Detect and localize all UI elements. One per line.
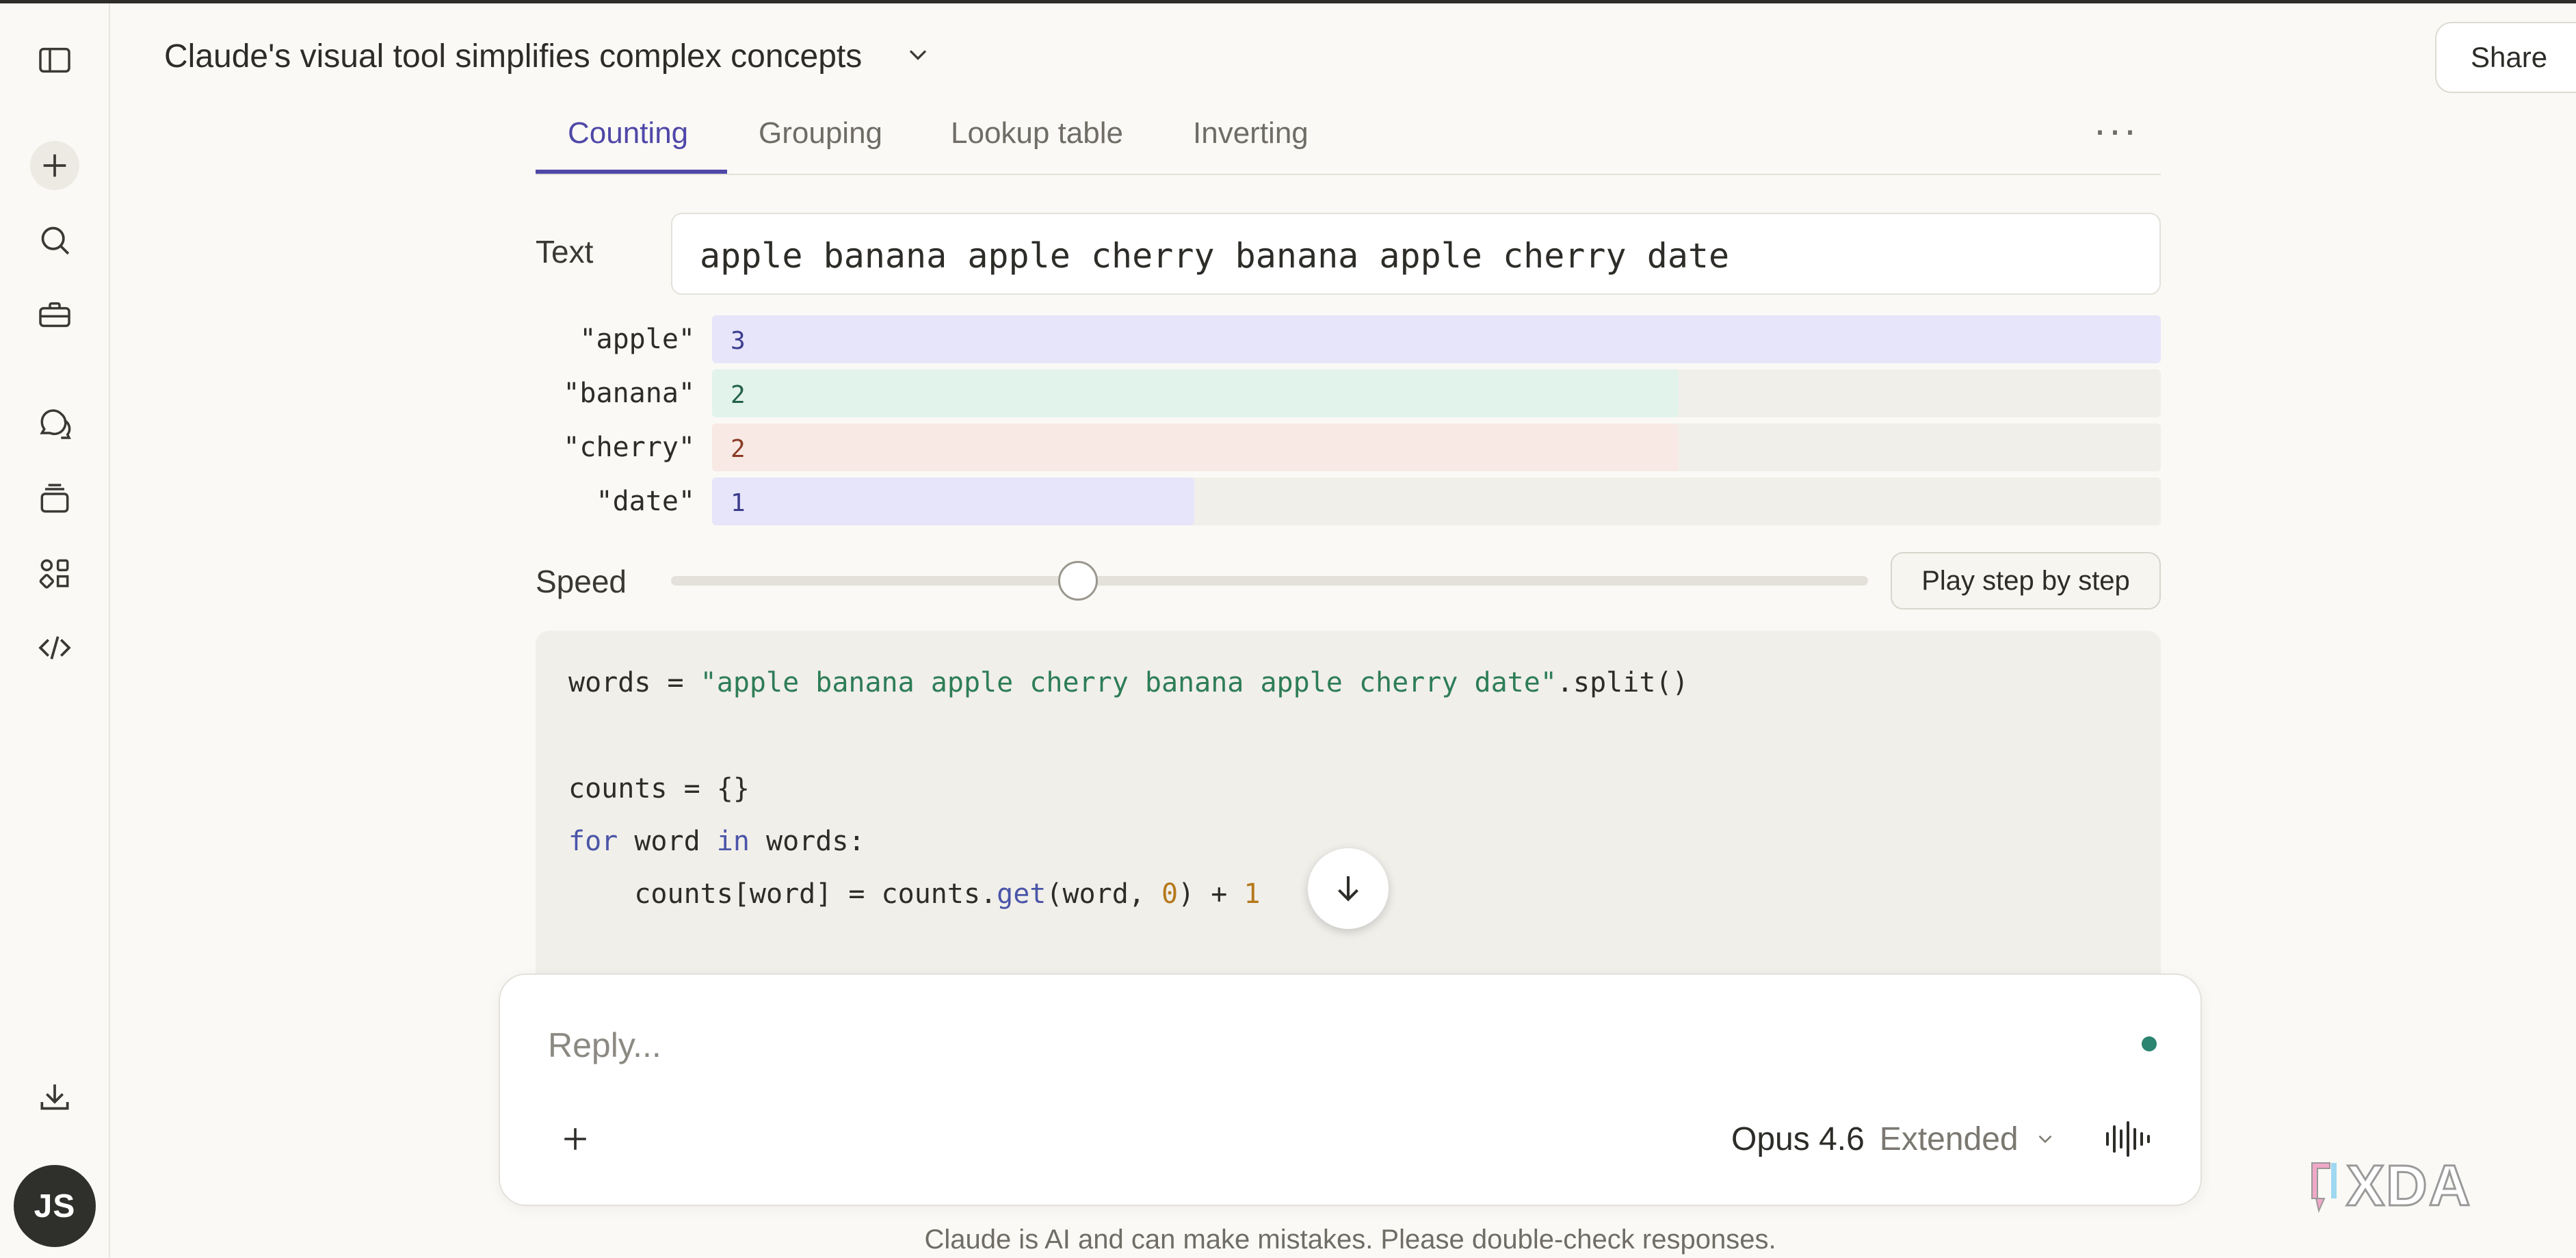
more-options-icon[interactable]: ··· — [2093, 106, 2138, 153]
arrow-down-icon — [1338, 876, 1358, 902]
sidebar-toggle-icon[interactable] — [30, 36, 79, 85]
status-dot-icon — [2142, 1036, 2157, 1051]
tab-inverting[interactable]: Inverting — [1193, 116, 1309, 150]
chevron-down-icon[interactable] — [903, 40, 933, 73]
speed-slider-track[interactable] — [671, 576, 1868, 586]
plus-icon — [564, 1128, 586, 1150]
speed-slider-thumb[interactable] — [1058, 561, 1098, 601]
chat-title-row: Claude's visual tool simplifies complex … — [164, 31, 933, 81]
count-value: 2 — [731, 435, 746, 463]
model-name: Opus 4.6 — [1731, 1121, 1865, 1157]
count-bar-track: 3 — [712, 315, 2161, 363]
count-label: "apple" — [579, 324, 695, 355]
play-step-by-step-button[interactable]: Play step by step — [1891, 552, 2161, 610]
share-button[interactable]: Share — [2435, 22, 2576, 93]
new-chat-icon[interactable] — [30, 141, 79, 190]
voice-waveform-icon — [2106, 1121, 2150, 1157]
chevron-down-icon — [2038, 1135, 2052, 1144]
download-icon[interactable] — [30, 1073, 79, 1122]
count-bar-fill — [712, 369, 1679, 417]
code-line-4: counts[word] = counts.get(word, 0) + 1 — [568, 878, 1261, 910]
voice-mode-button[interactable] — [2101, 1113, 2155, 1165]
sidebar: JS — [0, 3, 110, 1258]
chats-icon[interactable] — [30, 399, 79, 448]
model-mode: Extended — [1879, 1121, 2019, 1157]
count-label: "banana" — [563, 378, 695, 409]
tab-grouping[interactable]: Grouping — [759, 116, 882, 150]
count-value: 1 — [731, 489, 746, 517]
window-top-border — [0, 0, 2576, 3]
user-avatar[interactable]: JS — [14, 1165, 96, 1247]
text-input[interactable]: apple banana apple cherry banana apple c… — [671, 213, 2161, 295]
search-icon[interactable] — [30, 215, 79, 265]
count-bar-fill — [712, 423, 1679, 471]
count-label: "date" — [596, 486, 696, 517]
reply-composer: Opus 4.6 Extended — [499, 973, 2202, 1206]
code-line-1: words = "apple banana apple cherry banan… — [568, 667, 1689, 698]
code-line-2: counts = {} — [568, 773, 750, 804]
xda-watermark-logo: XDA — [2311, 1153, 2471, 1219]
active-tab-indicator — [536, 170, 727, 174]
projects-icon[interactable] — [30, 474, 79, 523]
attach-button[interactable] — [548, 1112, 603, 1166]
code-icon[interactable] — [30, 623, 79, 672]
model-selector[interactable]: Opus 4.6 Extended — [1731, 1115, 2057, 1163]
ai-disclaimer: Claude is AI and can make mistakes. Plea… — [924, 1224, 1776, 1255]
reply-input[interactable] — [548, 1021, 2053, 1069]
artifacts-icon[interactable] — [30, 549, 79, 598]
tab-counting[interactable]: Counting — [568, 116, 688, 150]
xda-watermark-text: XDA — [2346, 1153, 2471, 1218]
count-label: "cherry" — [563, 432, 695, 463]
tab-lookup-table[interactable]: Lookup table — [951, 116, 1123, 150]
count-bar-fill — [712, 315, 2161, 363]
chat-title[interactable]: Claude's visual tool simplifies complex … — [164, 38, 862, 75]
count-value: 3 — [731, 327, 746, 355]
count-bar-track: 2 — [712, 369, 2161, 417]
scroll-to-bottom-button[interactable] — [1308, 848, 1389, 929]
artifact-tabs: Counting Grouping Lookup table Inverting — [536, 109, 2161, 175]
text-field-label: Text — [536, 234, 594, 270]
count-bar-fill — [712, 477, 1194, 525]
code-line-3: for word in words: — [568, 826, 865, 857]
speed-label: Speed — [536, 564, 627, 599]
toolbox-icon[interactable] — [30, 290, 79, 339]
count-bar-track: 2 — [712, 423, 2161, 471]
code-block: words = "apple banana apple cherry banan… — [536, 631, 2161, 1014]
count-bar-track: 1 — [712, 477, 2161, 525]
count-value: 2 — [731, 381, 746, 409]
